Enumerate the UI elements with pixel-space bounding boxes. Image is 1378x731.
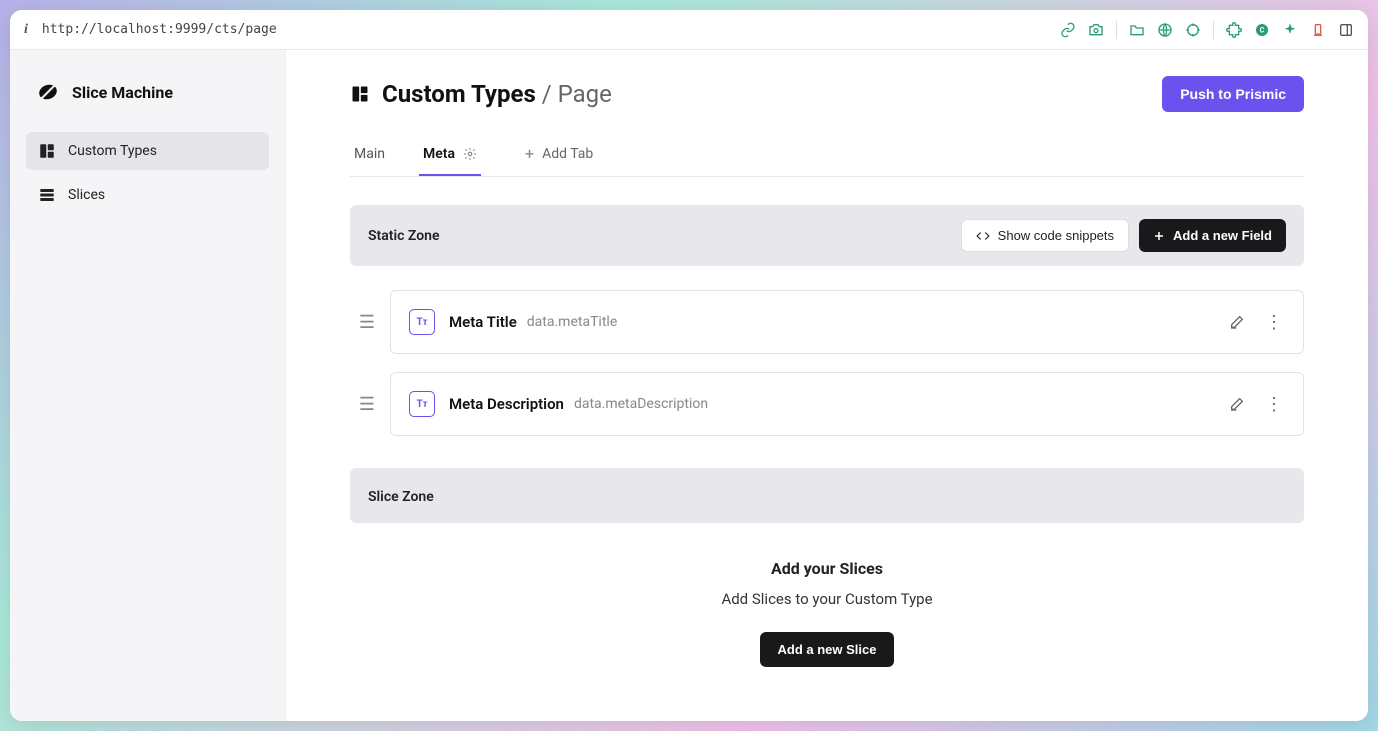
slices-icon xyxy=(38,186,56,204)
text-field-icon: Tᴛ xyxy=(409,391,435,417)
empty-slices-title: Add your Slices xyxy=(350,559,1304,578)
main-content: Custom Types / Page Push to Prismic Main… xyxy=(286,50,1368,721)
breadcrumb-separator: / xyxy=(542,80,558,108)
url-text: http://localhost:9999/cts/page xyxy=(42,22,277,37)
add-field-label: Add a new Field xyxy=(1173,228,1272,243)
add-new-slice-button[interactable]: Add a new Slice xyxy=(760,632,895,667)
circle-c-icon[interactable]: C xyxy=(1254,22,1270,38)
edit-icon[interactable] xyxy=(1229,396,1245,412)
static-zone-label: Static Zone xyxy=(368,228,440,244)
toolbar-divider xyxy=(1116,21,1117,39)
fields-list: ☰ Tᴛ Meta Title data.metaTitle ⋮ ☰ T xyxy=(350,290,1304,436)
field-card-meta-description: Tᴛ Meta Description data.metaDescription… xyxy=(390,372,1304,436)
empty-slices: Add your Slices Add Slices to your Custo… xyxy=(350,559,1304,667)
drag-handle-icon[interactable]: ☰ xyxy=(358,312,376,333)
sidebar-item-slices[interactable]: Slices xyxy=(26,176,269,214)
field-path: data.metaDescription xyxy=(574,396,708,412)
svg-text:C: C xyxy=(1260,25,1265,34)
edit-icon[interactable] xyxy=(1229,314,1245,330)
globe-icon[interactable] xyxy=(1157,22,1173,38)
gear-icon[interactable] xyxy=(463,147,477,161)
show-code-snippets-button[interactable]: Show code snippets xyxy=(961,219,1129,252)
add-tab-label: Add Tab xyxy=(542,146,593,162)
tab-label: Main xyxy=(354,146,385,162)
panel-icon[interactable] xyxy=(1338,22,1354,38)
tabs-bar: Main Meta + Add Tab xyxy=(350,132,1304,177)
tab-main[interactable]: Main xyxy=(350,134,389,176)
static-zone-header: Static Zone Show code snippets Add a new… xyxy=(350,205,1304,266)
more-icon[interactable]: ⋮ xyxy=(1263,312,1285,333)
app-shell: Slice Machine Custom Types Slices Custom… xyxy=(10,50,1368,721)
custom-types-icon xyxy=(350,84,370,104)
browser-address-bar: i http://localhost:9999/cts/page C xyxy=(10,10,1368,50)
sidebar: Slice Machine Custom Types Slices xyxy=(10,50,286,721)
sidebar-item-label: Slices xyxy=(68,187,105,203)
slice-zone-label: Slice Zone xyxy=(368,489,434,505)
alert-icon[interactable] xyxy=(1310,22,1326,38)
link-icon[interactable] xyxy=(1060,22,1076,38)
drag-handle-icon[interactable]: ☰ xyxy=(358,394,376,415)
code-icon xyxy=(976,229,990,243)
browser-toolbar: C xyxy=(1060,21,1354,39)
slice-zone-header: Slice Zone xyxy=(350,468,1304,523)
brand-icon xyxy=(36,80,60,104)
page-title: Custom Types / Page xyxy=(382,80,612,108)
plus-icon xyxy=(1153,230,1165,242)
puzzle-icon[interactable] xyxy=(1226,22,1242,38)
tab-label: Meta xyxy=(423,146,455,162)
custom-types-icon xyxy=(38,142,56,160)
sidebar-item-custom-types[interactable]: Custom Types xyxy=(26,132,269,170)
add-tab-button[interactable]: + Add Tab xyxy=(521,132,597,177)
field-title: Meta Description xyxy=(449,395,564,413)
field-title: Meta Title xyxy=(449,313,517,331)
sparkle-icon[interactable] xyxy=(1282,22,1298,38)
field-row: ☰ Tᴛ Meta Title data.metaTitle ⋮ xyxy=(358,290,1304,354)
show-snippets-label: Show code snippets xyxy=(998,228,1114,243)
breadcrumb-section: Custom Types xyxy=(382,80,536,108)
empty-slices-sub: Add Slices to your Custom Type xyxy=(350,590,1304,608)
plus-icon: + xyxy=(525,144,534,163)
browser-window: i http://localhost:9999/cts/page C Slice… xyxy=(10,10,1368,721)
field-row: ☰ Tᴛ Meta Description data.metaDescripti… xyxy=(358,372,1304,436)
add-new-field-button[interactable]: Add a new Field xyxy=(1139,219,1286,252)
brand[interactable]: Slice Machine xyxy=(26,80,269,132)
field-card-meta-title: Tᴛ Meta Title data.metaTitle ⋮ xyxy=(390,290,1304,354)
info-icon: i xyxy=(24,22,28,38)
push-to-prismic-button[interactable]: Push to Prismic xyxy=(1162,76,1304,112)
more-icon[interactable]: ⋮ xyxy=(1263,394,1285,415)
camera-icon[interactable] xyxy=(1088,22,1104,38)
page-header: Custom Types / Page Push to Prismic xyxy=(350,76,1304,112)
field-path: data.metaTitle xyxy=(527,314,617,330)
brand-label: Slice Machine xyxy=(72,83,173,102)
text-field-icon: Tᴛ xyxy=(409,309,435,335)
tab-meta[interactable]: Meta xyxy=(419,134,481,176)
toolbar-divider xyxy=(1213,21,1214,39)
breadcrumb-current: Page xyxy=(558,80,612,108)
target-icon[interactable] xyxy=(1185,22,1201,38)
folder-icon[interactable] xyxy=(1129,22,1145,38)
sidebar-item-label: Custom Types xyxy=(68,143,157,159)
